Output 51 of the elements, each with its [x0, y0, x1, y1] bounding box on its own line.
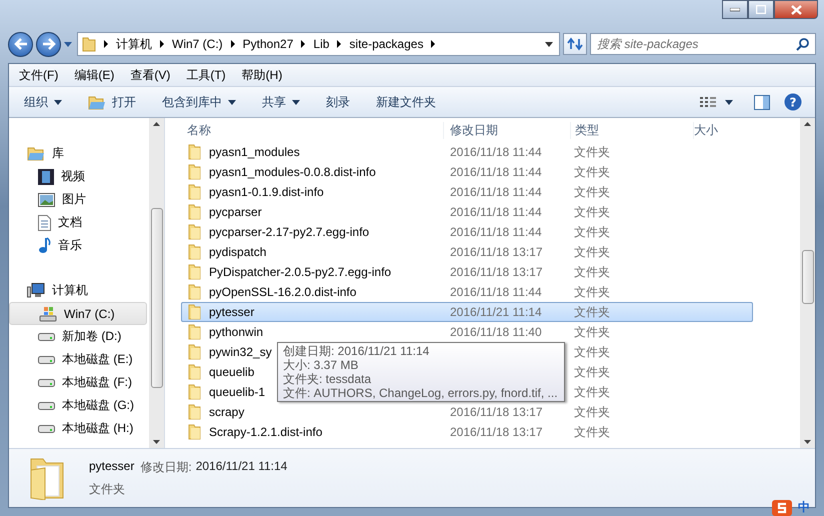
file-name: Scrapy-1.2.1.dist-info [209, 425, 322, 439]
date-text: 2016/11/18 11:44 [450, 205, 542, 219]
date-text: 2016/11/18 13:17 [450, 425, 543, 439]
file-name: pytesser [209, 305, 254, 319]
date-text: 2016/11/18 11:40 [450, 325, 542, 339]
file-name: pythonwin [209, 325, 264, 339]
type-text: 文件夹 [574, 424, 610, 438]
date-text: 2016/11/18 11:44 [450, 185, 542, 199]
type-text: 文件夹 [574, 344, 610, 358]
tooltip-line: 创建日期: 2016/11/21 11:14 [283, 344, 430, 358]
type-text: 文件夹 [574, 304, 610, 318]
file-name: PyDispatcher-2.0.5-py2.7.egg-info [209, 265, 392, 279]
file-name: pyasn1_modules-0.0.8.dist-info [209, 165, 376, 179]
file-name: queuelib [209, 365, 254, 379]
type-text: 文件夹 [574, 404, 610, 418]
date-text: 2016/11/21 11:14 [450, 305, 542, 319]
date-text: 2016/11/18 13:17 [450, 405, 543, 419]
file-name: pywin32_sy [209, 345, 272, 359]
file-name: pyasn1-0.1.9.dist-info [209, 185, 324, 199]
file-name: pydispatch [209, 245, 266, 259]
file-name: pyOpenSSL-16.2.0.dist-info [209, 285, 356, 299]
type-text: 文件夹 [574, 184, 610, 198]
detail-type: 文件夹 [89, 480, 126, 498]
date-text: 2016/11/18 13:17 [450, 265, 543, 279]
detail-label: 修改日期: [140, 458, 192, 476]
file-name: pyasn1_modules [209, 145, 300, 159]
tooltip-line: 大小: 3.37 MB [283, 358, 360, 372]
file-name: scrapy [209, 405, 244, 419]
type-text: 文件夹 [574, 164, 610, 178]
type-text: 文件夹 [574, 144, 610, 158]
date-text: 2016/11/18 11:44 [450, 225, 542, 239]
file-name: queuelib-1 [209, 385, 266, 399]
tooltip-line: 文件夹: tessdata [283, 372, 372, 386]
help-icon: ? [784, 93, 802, 111]
date-text: 2016/11/18 11:44 [450, 285, 542, 299]
type-text: 文件夹 [574, 364, 610, 378]
file-name: pycparser [209, 205, 262, 219]
detail-name: pytesser [89, 458, 134, 474]
date-text: 2016/11/18 11:44 [450, 145, 542, 159]
type-text: 文件夹 [574, 324, 610, 338]
type-text: 文件夹 [574, 284, 610, 298]
detail-date: 2016/11/21 11:14 [196, 458, 288, 474]
type-text: 文件夹 [574, 204, 610, 218]
type-text: 文件夹 [574, 224, 610, 238]
type-text: 文件夹 [574, 384, 610, 398]
tooltip-line: 文件: AUTHORS, ChangeLog, errors.py, fnord.tif, ... [283, 386, 558, 400]
type-text: 文件夹 [574, 244, 610, 258]
type-text: 文件夹 [574, 264, 610, 278]
date-text: 2016/11/18 13:17 [450, 245, 543, 259]
file-name: pycparser-2.17-py2.7.egg-info [209, 225, 370, 239]
date-text: 2016/11/18 11:44 [450, 165, 542, 179]
